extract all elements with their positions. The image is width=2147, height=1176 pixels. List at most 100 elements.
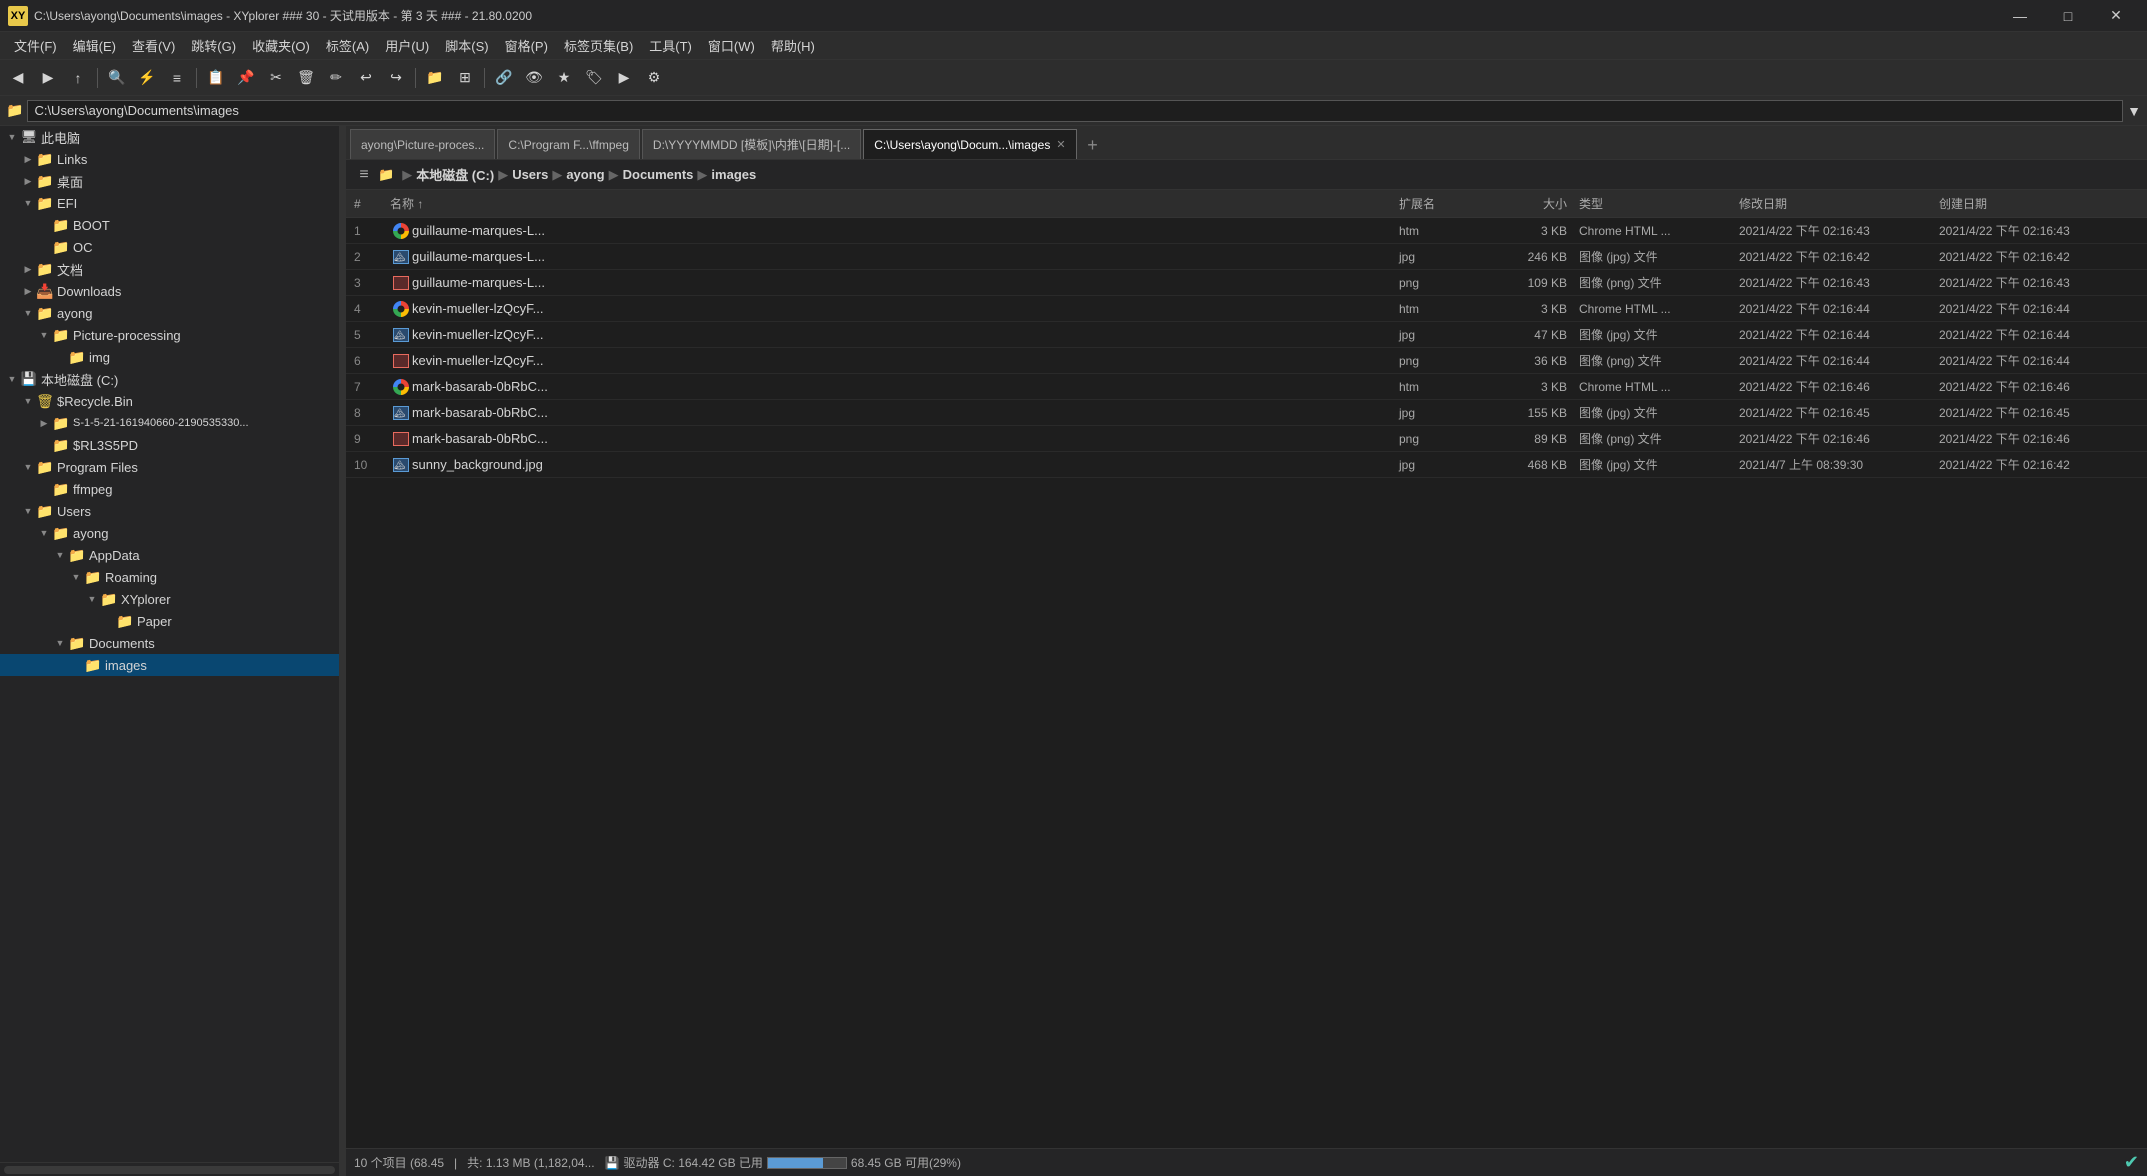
table-row[interactable]: 3 guillaume-marques-L... png 109 KB 图像 (… bbox=[346, 270, 2147, 296]
table-row[interactable]: 4 kevin-mueller-lzQcyF... htm 3 KB Chrom… bbox=[346, 296, 2147, 322]
breadcrumb-menu-button[interactable]: ≡ bbox=[352, 163, 376, 187]
col-num[interactable]: # bbox=[354, 197, 390, 211]
tree-item-documents[interactable]: ▼ 📁 Documents bbox=[0, 632, 339, 654]
tree-item-sid[interactable]: ▶ 📁 S-1-5-21-161940660-2190535330... bbox=[0, 412, 339, 434]
tb-gear[interactable]: ⚙ bbox=[640, 64, 668, 92]
tree-item-xyplorer[interactable]: ▼ 📁 XYplorer bbox=[0, 588, 339, 610]
toolbar: ◀ ▶ ↑ 🔍 ⚡ ≡ 📋 📌 ✂ 🗑 ✏ ↩ ↪ 📁 ⊞ 🔗 👁 ★ 🏷 ▶ … bbox=[0, 60, 2147, 96]
tree-item-efi[interactable]: ▼ 📁 EFI bbox=[0, 192, 339, 214]
tb-copy[interactable]: 📋 bbox=[202, 64, 230, 92]
tb-cmd[interactable]: ▶ bbox=[610, 64, 638, 92]
tb-up[interactable]: ↑ bbox=[64, 64, 92, 92]
breadcrumb-item-2[interactable]: ayong bbox=[566, 167, 604, 182]
tab-0[interactable]: ayong\Picture-proces... bbox=[350, 129, 495, 159]
menu-favorites[interactable]: 收藏夹(O) bbox=[244, 33, 318, 58]
tree-item-ffmpeg[interactable]: 📁 ffmpeg bbox=[0, 478, 339, 500]
app-icon: XY bbox=[8, 6, 28, 26]
menu-pane[interactable]: 窗格(P) bbox=[497, 33, 556, 58]
table-row[interactable]: 7 mark-basarab-0bRbC... htm 3 KB Chrome … bbox=[346, 374, 2147, 400]
tb-sort[interactable]: ≡ bbox=[163, 64, 191, 92]
tb-rename[interactable]: ✏ bbox=[322, 64, 350, 92]
menu-script[interactable]: 脚本(S) bbox=[437, 33, 496, 58]
menu-edit[interactable]: 编辑(E) bbox=[65, 33, 124, 58]
menu-file[interactable]: 文件(F) bbox=[6, 33, 65, 58]
file-list[interactable]: 1 guillaume-marques-L... htm 3 KB Chrome… bbox=[346, 218, 2147, 1148]
tree-item-ayong2[interactable]: ▼ 📁 ayong bbox=[0, 522, 339, 544]
tab-1[interactable]: C:\Program F...\ffmpeg bbox=[497, 129, 640, 159]
file-name: guillaume-marques-L... bbox=[412, 275, 1399, 290]
tree-item-links[interactable]: ▶ 📁 Links bbox=[0, 148, 339, 170]
tb-forward[interactable]: ▶ bbox=[34, 64, 62, 92]
minimize-button[interactable]: — bbox=[1997, 0, 2043, 32]
tb-search[interactable]: 🔍 bbox=[103, 64, 131, 92]
table-row[interactable]: 2 guillaume-marques-L... jpg 246 KB 图像 (… bbox=[346, 244, 2147, 270]
col-ext[interactable]: 扩展名 bbox=[1399, 195, 1489, 212]
tree-item-thispc[interactable]: ▼ 🖥 此电脑 bbox=[0, 126, 339, 148]
tree-scroll[interactable]: ▼ 🖥 此电脑 ▶ 📁 Links ▶ 📁 桌面 ▼ 📁 EFI bbox=[0, 126, 339, 1162]
breadcrumb-item-1[interactable]: Users bbox=[512, 167, 548, 182]
tree-item-paper[interactable]: 📁 Paper bbox=[0, 610, 339, 632]
tree-item-ayong[interactable]: ▼ 📁 ayong bbox=[0, 302, 339, 324]
tree-item-img[interactable]: 📁 img bbox=[0, 346, 339, 368]
tree-hscrollbar[interactable] bbox=[4, 1166, 335, 1174]
tab-3[interactable]: C:\Users\ayong\Docum...\images ✕ bbox=[863, 129, 1076, 159]
tab-close-3[interactable]: ✕ bbox=[1056, 138, 1065, 151]
breadcrumb-item-0[interactable]: 本地磁盘 (C:) bbox=[416, 165, 494, 184]
tb-tag[interactable]: 🏷 bbox=[580, 64, 608, 92]
tb-back[interactable]: ◀ bbox=[4, 64, 32, 92]
file-type: Chrome HTML ... bbox=[1579, 302, 1739, 316]
tb-view[interactable]: ⊞ bbox=[451, 64, 479, 92]
menu-help[interactable]: 帮助(H) bbox=[763, 33, 823, 58]
col-size[interactable]: 大小 bbox=[1489, 195, 1579, 212]
tree-item-users[interactable]: ▼ 📁 Users bbox=[0, 500, 339, 522]
tb-delete[interactable]: 🗑 bbox=[292, 64, 320, 92]
file-type: Chrome HTML ... bbox=[1579, 380, 1739, 394]
tree-item-rl3s5pd[interactable]: 📁 $RL3S5PD bbox=[0, 434, 339, 456]
maximize-button[interactable]: □ bbox=[2045, 0, 2091, 32]
tb-connect[interactable]: 🔗 bbox=[490, 64, 518, 92]
col-modified[interactable]: 修改日期 bbox=[1739, 195, 1939, 212]
tree-item-oc[interactable]: 📁 OC bbox=[0, 236, 339, 258]
menu-tabset[interactable]: 标签页集(B) bbox=[556, 33, 641, 58]
tb-filter[interactable]: ⚡ bbox=[133, 64, 161, 92]
table-row[interactable]: 1 guillaume-marques-L... htm 3 KB Chrome… bbox=[346, 218, 2147, 244]
tb-undo[interactable]: ↩ bbox=[352, 64, 380, 92]
table-row[interactable]: 10 sunny_background.jpg jpg 468 KB 图像 (j… bbox=[346, 452, 2147, 478]
tree-item-progfiles[interactable]: ▼ 📁 Program Files bbox=[0, 456, 339, 478]
col-created[interactable]: 创建日期 bbox=[1939, 195, 2139, 212]
tree-item-images[interactable]: 📁 images bbox=[0, 654, 339, 676]
tree-item-desktop[interactable]: ▶ 📁 桌面 bbox=[0, 170, 339, 192]
tab-add-button[interactable]: + bbox=[1079, 131, 1107, 159]
tree-item-drive-c[interactable]: ▼ 💾 本地磁盘 (C:) bbox=[0, 368, 339, 390]
table-row[interactable]: 9 mark-basarab-0bRbC... png 89 KB 图像 (pn… bbox=[346, 426, 2147, 452]
menu-tags[interactable]: 标签(A) bbox=[318, 33, 377, 58]
tree-item-roaming[interactable]: ▼ 📁 Roaming bbox=[0, 566, 339, 588]
tb-star[interactable]: ★ bbox=[550, 64, 578, 92]
menu-user[interactable]: 用户(U) bbox=[377, 33, 437, 58]
tb-eye[interactable]: 👁 bbox=[520, 64, 548, 92]
tb-cut[interactable]: ✂ bbox=[262, 64, 290, 92]
tree-item-appdata[interactable]: ▼ 📁 AppData bbox=[0, 544, 339, 566]
tree-item-picproc[interactable]: ▼ 📁 Picture-processing bbox=[0, 324, 339, 346]
menu-go[interactable]: 跳转(G) bbox=[183, 33, 244, 58]
address-input[interactable] bbox=[27, 100, 2123, 122]
tb-redo[interactable]: ↪ bbox=[382, 64, 410, 92]
menu-window[interactable]: 窗口(W) bbox=[700, 33, 763, 58]
close-button[interactable]: ✕ bbox=[2093, 0, 2139, 32]
table-row[interactable]: 5 kevin-mueller-lzQcyF... jpg 47 KB 图像 (… bbox=[346, 322, 2147, 348]
tree-item-recycle[interactable]: ▼ 🗑 $Recycle.Bin bbox=[0, 390, 339, 412]
breadcrumb-item-4[interactable]: images bbox=[711, 167, 756, 182]
breadcrumb-item-3[interactable]: Documents bbox=[623, 167, 694, 182]
col-type[interactable]: 类型 bbox=[1579, 195, 1739, 212]
menu-tools[interactable]: 工具(T) bbox=[641, 33, 700, 58]
menu-view[interactable]: 查看(V) bbox=[124, 33, 183, 58]
tab-2[interactable]: D:\YYYYMMDD [模板]\内推\[日期]-[... bbox=[642, 129, 861, 159]
tb-new-folder[interactable]: 📁 bbox=[421, 64, 449, 92]
tree-item-docs[interactable]: ▶ 📁 文档 bbox=[0, 258, 339, 280]
tree-item-boot[interactable]: 📁 BOOT bbox=[0, 214, 339, 236]
table-row[interactable]: 6 kevin-mueller-lzQcyF... png 36 KB 图像 (… bbox=[346, 348, 2147, 374]
col-name[interactable]: 名称 ↑ bbox=[390, 195, 1399, 212]
tree-item-downloads[interactable]: ▶ 📥 Downloads bbox=[0, 280, 339, 302]
tb-paste[interactable]: 📌 bbox=[232, 64, 260, 92]
table-row[interactable]: 8 mark-basarab-0bRbC... jpg 155 KB 图像 (j… bbox=[346, 400, 2147, 426]
